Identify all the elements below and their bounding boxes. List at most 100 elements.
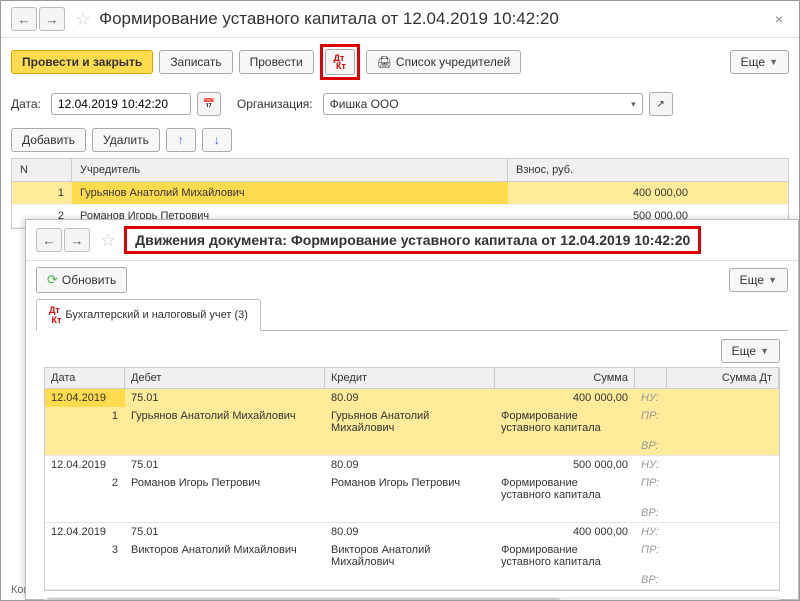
more-label: Еще [732, 344, 756, 358]
cell-debit-name: Викторов Анатолий Михайлович [125, 541, 325, 571]
favorite-icon[interactable]: ☆ [100, 230, 116, 251]
cell-credit-acc: 80.09 [325, 523, 495, 541]
chevron-down-icon: ▼ [768, 275, 777, 285]
cell-sum: 400 000,00 [495, 389, 635, 407]
movements-title: Движения документа: Формирование уставно… [124, 226, 701, 254]
nav-fwd-button[interactable]: → [64, 228, 90, 252]
stub-vr: ВР: [635, 571, 667, 589]
col-debit[interactable]: Дебет [125, 368, 325, 388]
refresh-icon: ⟳ [47, 272, 58, 288]
cell-credit-name: Гурьянов Анатолий Михайлович [325, 407, 495, 437]
cell-n: 1 [12, 182, 72, 204]
refresh-label: Обновить [62, 273, 116, 287]
cell-debit-acc: 75.01 [125, 523, 325, 541]
date-input[interactable] [51, 93, 191, 115]
col-stub [635, 368, 667, 388]
stub-pr: ПР: [635, 541, 667, 571]
more-label: Еще [740, 273, 764, 287]
movements-header: Дата Дебет Кредит Сумма Сумма Дт [45, 368, 779, 389]
org-open-button[interactable]: ↗ [649, 92, 673, 116]
dtkt-icon: Дт Кт [333, 54, 345, 70]
chevron-down-icon: ▾ [631, 99, 636, 110]
founders-label: Список учредителей [396, 55, 510, 69]
stub-nu: НУ: [635, 523, 667, 541]
stub-pr: ПР: [635, 474, 667, 504]
col-sumdt[interactable]: Сумма Дт [667, 368, 779, 388]
cell-date: 12.04.2019 [45, 389, 125, 407]
cell-credit-acc: 80.09 [325, 389, 495, 407]
cell-desc: Формирование уставного капитала [495, 541, 635, 571]
post-and-close-button[interactable]: Провести и закрыть [11, 50, 153, 74]
org-label: Организация: [237, 97, 313, 111]
movements-window: ← → ☆ Движения документа: Формирование у… [25, 219, 799, 600]
add-row-button[interactable]: Добавить [11, 128, 86, 152]
date-label: Дата: [11, 97, 41, 111]
nav-fwd-button[interactable]: → [39, 7, 65, 31]
cell-date: 12.04.2019 [45, 456, 125, 474]
cell-date: 12.04.2019 [45, 523, 125, 541]
movements-grid: Дата Дебет Кредит Сумма Сумма Дт 12.04.2… [44, 367, 780, 591]
grid-header: N Учредитель Взнос, руб. [12, 159, 788, 182]
cell-debit-name: Романов Игорь Петрович [125, 474, 325, 504]
dtkt-icon: Дт Кт [49, 305, 61, 325]
close-icon[interactable]: × [769, 11, 789, 27]
nav-back-button[interactable]: ← [11, 7, 37, 31]
cell-sum: 500 000,00 [495, 456, 635, 474]
stub-vr: ВР: [635, 437, 667, 455]
cell-credit-acc: 80.09 [325, 456, 495, 474]
stub-nu: НУ: [635, 389, 667, 407]
cell-desc: Формирование уставного капитала [495, 474, 635, 504]
org-value: Фишка ООО [330, 97, 399, 111]
calendar-button[interactable]: 📅 [197, 92, 221, 116]
col-credit[interactable]: Кредит [325, 368, 495, 388]
print-icon: 🖨 [377, 55, 392, 69]
movement-row[interactable]: 12.04.2019 75.01 80.09 400 000,00 НУ: 1 … [45, 389, 779, 456]
org-select[interactable]: Фишка ООО ▾ [323, 93, 643, 115]
arrow-down-icon: ↓ [214, 133, 220, 147]
delete-row-button[interactable]: Удалить [92, 128, 160, 152]
cell-credit-name: Викторов Анатолий Михайлович [325, 541, 495, 571]
tab-accounting[interactable]: Дт Кт Бухгалтерский и налоговый учет (3) [36, 299, 261, 331]
cell-credit-name: Романов Игорь Петрович [325, 474, 495, 504]
col-founder[interactable]: Учредитель [72, 159, 508, 181]
refresh-button[interactable]: ⟳ Обновить [36, 267, 127, 293]
grid-more-button[interactable]: Еще ▼ [721, 339, 780, 363]
stub-nu: НУ: [635, 456, 667, 474]
move-down-button[interactable]: ↓ [202, 128, 232, 152]
dtkt-highlight: Дт Кт [320, 44, 360, 80]
more-button[interactable]: Еще ▼ [729, 268, 788, 292]
col-sum[interactable]: Сумма [495, 368, 635, 388]
cell-sum: 400 000,00 [495, 523, 635, 541]
cell-debit-acc: 75.01 [125, 456, 325, 474]
cell-founder: Гурьянов Анатолий Михайлович [72, 182, 508, 204]
favorite-icon[interactable]: ☆ [75, 9, 91, 30]
founders-list-button[interactable]: 🖨 Список учредителей [366, 50, 522, 74]
stub-vr: ВР: [635, 504, 667, 522]
cell-amount: 400 000,00 [508, 182, 788, 204]
more-button[interactable]: Еще ▼ [730, 50, 789, 74]
movement-row[interactable]: 12.04.2019 75.01 80.09 400 000,00 НУ: 3 … [45, 523, 779, 590]
cell-debit-acc: 75.01 [125, 389, 325, 407]
post-button[interactable]: Провести [239, 50, 314, 74]
write-button[interactable]: Записать [159, 50, 232, 74]
horizontal-scrollbar[interactable] [44, 597, 780, 601]
tab-label: Бухгалтерский и налоговый учет (3) [65, 309, 248, 321]
cell-n: 1 [45, 407, 125, 437]
cell-desc: Формирование уставного капитала [495, 407, 635, 437]
grid-row[interactable]: 1 Гурьянов Анатолий Михайлович 400 000,0… [12, 182, 788, 205]
col-n[interactable]: N [12, 159, 72, 181]
dtkt-button[interactable]: Дт Кт [325, 49, 355, 75]
cell-n: 2 [45, 474, 125, 504]
nav-back-button[interactable]: ← [36, 228, 62, 252]
open-icon: ↗ [656, 99, 664, 110]
more-label: Еще [741, 55, 765, 69]
col-date[interactable]: Дата [45, 368, 125, 388]
chevron-down-icon: ▼ [769, 57, 778, 67]
arrow-up-icon: ↑ [178, 133, 184, 147]
col-amount[interactable]: Взнос, руб. [508, 159, 788, 181]
movement-row[interactable]: 12.04.2019 75.01 80.09 500 000,00 НУ: 2 … [45, 456, 779, 523]
window-title: Формирование уставного капитала от 12.04… [99, 9, 769, 29]
cell-debit-name: Гурьянов Анатолий Михайлович [125, 407, 325, 437]
chevron-down-icon: ▼ [760, 346, 769, 356]
move-up-button[interactable]: ↑ [166, 128, 196, 152]
